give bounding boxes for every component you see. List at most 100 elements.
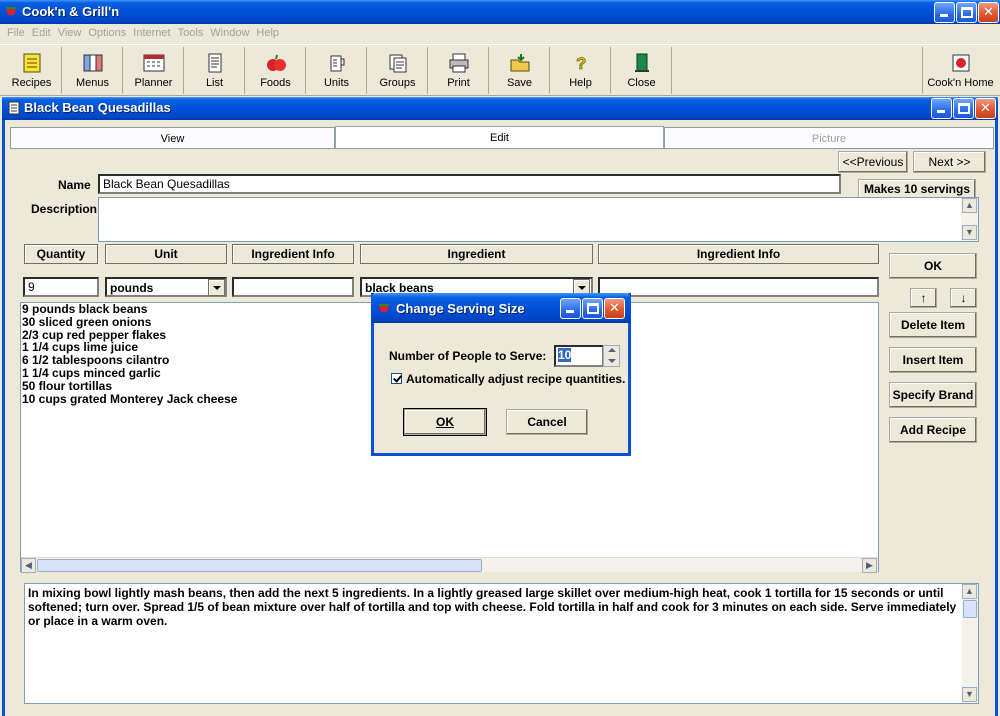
toolbar-recipes-button[interactable]: Recipes — [2, 47, 62, 94]
quantity-input[interactable]: 9 — [23, 277, 99, 297]
insert-item-button[interactable]: Insert Item — [889, 347, 977, 373]
toolbar-home-button[interactable]: Cook'n Home — [922, 47, 998, 94]
tab-picture[interactable]: Picture — [664, 127, 994, 149]
toolbar-label: Help — [569, 77, 592, 89]
previous-button[interactable]: <<Previous — [838, 151, 908, 173]
help-icon: ? — [575, 54, 586, 73]
name-label: Name — [58, 178, 91, 192]
menu-file[interactable]: File — [7, 24, 25, 39]
svg-text:?: ? — [576, 54, 586, 73]
toolbar-groups-button[interactable]: Groups — [368, 47, 428, 94]
recipe-maximize-button[interactable] — [953, 98, 974, 119]
scroll-right-icon[interactable]: ▶ — [862, 558, 877, 573]
recipe-minimize-button[interactable] — [931, 98, 952, 119]
directions-scrollbar[interactable]: ▲ ▼ — [962, 584, 978, 703]
column-ingredient-info-2: Ingredient Info — [598, 244, 879, 264]
auto-adjust-checkbox[interactable] — [391, 373, 402, 384]
unit-dropdown-icon[interactable] — [208, 279, 225, 296]
recipe-window-title: Black Bean Quesadillas — [24, 100, 171, 115]
dialog-title-bar[interactable]: Change Serving Size ✕ — [371, 293, 631, 323]
ingredient-horizontal-scrollbar[interactable]: ◀ ▶ — [21, 557, 878, 573]
toolbar-label: Menus — [75, 77, 110, 89]
toolbar-list-button[interactable]: List — [185, 47, 245, 94]
menu-options[interactable]: Options — [88, 24, 126, 39]
groups-icon — [389, 54, 406, 73]
ok-button[interactable]: OK — [889, 253, 977, 279]
scroll-left-icon[interactable]: ◀ — [21, 558, 36, 573]
recipe-close-button[interactable]: ✕ — [975, 98, 996, 119]
next-button[interactable]: Next >> — [913, 151, 986, 173]
toolbar-label: Units — [323, 77, 350, 89]
maximize-icon — [961, 7, 973, 18]
description-field[interactable] — [98, 197, 979, 242]
servings-button[interactable]: Makes 10 servings — [858, 179, 976, 199]
scroll-thumb[interactable] — [37, 559, 482, 572]
toolbar-foods-button[interactable]: Foods — [246, 47, 306, 94]
spin-up-icon[interactable] — [608, 348, 616, 352]
menu-tools[interactable]: Tools — [178, 24, 204, 39]
toolbar-planner-button[interactable]: Planner — [124, 47, 184, 94]
move-up-button[interactable]: ↑ — [910, 288, 937, 308]
dialog-minimize-button[interactable] — [560, 298, 581, 319]
app-maximize-button[interactable] — [956, 2, 977, 23]
toolbar-close-button[interactable]: Close — [612, 47, 672, 94]
menu-window[interactable]: Window — [210, 24, 249, 39]
menu-help[interactable]: Help — [256, 24, 279, 39]
auto-adjust-label[interactable]: Automatically adjust recipe quantities. — [406, 372, 625, 386]
planner-icon — [143, 54, 164, 72]
dialog-ok-button[interactable]: OK — [404, 409, 486, 435]
toolbar-label: Cook'n Home — [927, 77, 994, 89]
close-icon: ✕ — [980, 100, 991, 115]
ingredient-info-1-input[interactable] — [232, 277, 354, 297]
add-recipe-button[interactable]: Add Recipe — [889, 417, 977, 443]
column-ingredient-info-1: Ingredient Info — [232, 244, 354, 264]
maximize-icon — [587, 303, 599, 314]
dialog-cancel-button[interactable]: Cancel — [506, 409, 588, 435]
close-icon: ✕ — [983, 4, 994, 19]
dialog-maximize-button[interactable] — [582, 298, 603, 319]
directions-field[interactable]: In mixing bowl lightly mash beans, then … — [24, 583, 979, 704]
toolbar-label: Foods — [260, 77, 291, 89]
scroll-thumb[interactable] — [963, 600, 977, 618]
ingredient-info-2-input[interactable] — [598, 277, 879, 297]
toolbar-units-button[interactable]: Units — [307, 47, 367, 94]
name-field[interactable]: Black Bean Quesadillas — [98, 174, 841, 194]
people-label: Number of People to Serve: — [389, 349, 547, 363]
menu-view[interactable]: View — [58, 24, 82, 39]
minimize-icon — [566, 310, 574, 313]
scroll-down-icon[interactable]: ▼ — [962, 687, 977, 702]
people-value: 10 — [558, 348, 572, 362]
toolbar-menus-button[interactable]: Menus — [63, 47, 123, 94]
specify-brand-button[interactable]: Specify Brand — [889, 382, 977, 408]
menu-internet[interactable]: Internet — [133, 24, 170, 39]
minimize-icon — [937, 110, 945, 113]
menu-bar: File Edit View Options Internet Tools Window He… — [0, 24, 1000, 44]
recipe-tabs: View Edit Picture — [10, 126, 994, 149]
app-minimize-button[interactable] — [934, 2, 955, 23]
tab-edit[interactable]: Edit — [335, 126, 664, 149]
description-label: Description — [31, 202, 98, 216]
dialog-close-button[interactable]: ✕ — [604, 298, 625, 319]
close-icon: ✕ — [609, 300, 620, 315]
foods-icon — [266, 54, 286, 71]
move-down-button[interactable]: ↓ — [950, 288, 977, 308]
recipe-window-title-bar[interactable]: Black Bean Quesadillas ✕ — [2, 97, 998, 120]
scroll-up-icon[interactable]: ▲ — [962, 584, 977, 599]
minimize-icon — [940, 14, 948, 17]
app-close-button[interactable]: ✕ — [978, 2, 999, 23]
tab-view[interactable]: View — [10, 127, 335, 149]
spin-down-icon[interactable] — [608, 359, 616, 363]
delete-item-button[interactable]: Delete Item — [889, 312, 977, 338]
toolbar-save-button[interactable]: Save — [490, 47, 550, 94]
dialog-title: Change Serving Size — [396, 301, 525, 316]
scroll-down-icon[interactable]: ▼ — [962, 225, 977, 240]
people-spinner[interactable] — [603, 345, 620, 367]
toolbar-help-button[interactable]: ? Help — [551, 47, 611, 94]
menu-edit[interactable]: Edit — [32, 24, 51, 39]
description-scrollbar[interactable]: ▲ ▼ — [961, 198, 978, 241]
toolbar: Recipes Menus Planner List Foods Units G… — [0, 44, 1000, 96]
people-input[interactable]: 10 — [554, 345, 604, 367]
app-title-bar[interactable]: Cook'n & Grill'n ✕ — [0, 0, 1000, 24]
scroll-up-icon[interactable]: ▲ — [962, 198, 977, 213]
toolbar-print-button[interactable]: Print — [429, 47, 489, 94]
